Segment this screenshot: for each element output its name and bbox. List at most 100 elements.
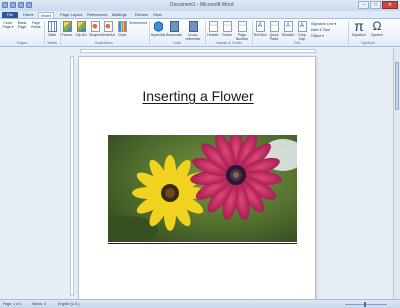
picture-label: Picture: [61, 33, 73, 37]
drop-cap-icon: A: [297, 21, 307, 32]
scrollbar-thumb[interactable]: [395, 62, 399, 110]
clip-art-icon: [76, 21, 86, 32]
header-button[interactable]: Header: [206, 21, 220, 37]
page-number-icon: [237, 21, 247, 32]
hyperlink-button[interactable]: Hyperlink: [150, 21, 166, 37]
blank-page-button[interactable]: Blank Page: [15, 21, 102, 88]
page-break-label: Page Break: [31, 21, 41, 29]
redo-icon[interactable]: [26, 2, 32, 8]
word-icon[interactable]: [2, 2, 8, 8]
header-icon: [208, 21, 218, 32]
minimize-button[interactable]: –: [358, 1, 369, 9]
page-count[interactable]: Page: 1 of 1: [3, 302, 22, 306]
equation-label: Equation: [352, 33, 366, 37]
drop-cap-label: Drop Cap: [298, 33, 306, 41]
maximize-button[interactable]: □: [370, 1, 381, 9]
chart-icon: [117, 21, 127, 32]
window-title: Document1 - Microsoft Word: [170, 2, 234, 8]
screenshot-label: Screenshot: [129, 21, 147, 25]
bookmark-label: Bookmark: [166, 33, 182, 37]
flower-image[interactable]: [108, 135, 297, 242]
group-text: Text: [293, 41, 301, 45]
image-bottom-border: [108, 243, 297, 244]
wordart-label: WordArt: [281, 33, 295, 37]
cross-reference-label: Cross-reference: [185, 33, 201, 41]
undo-icon[interactable]: [18, 2, 24, 8]
symbol-button[interactable]: Ω Symbol: [368, 19, 386, 37]
word-count[interactable]: Words: 3: [32, 302, 46, 306]
document-page[interactable]: Inserting a Flower: [78, 56, 316, 300]
ribbon-tabs: File Home Insert Page Layout References …: [0, 11, 400, 18]
screenshot-button[interactable]: Screenshot: [129, 21, 216, 88]
cover-page-label: Cover Page ▾: [2, 21, 14, 29]
ribbon: Cover Page ▾ Blank Page Page Break Pages…: [0, 18, 400, 88]
status-bar: Page: 1 of 1 Words: 3 English (U.S.): [0, 299, 400, 308]
group-links: Links: [172, 41, 182, 45]
hyperlink-icon: [153, 21, 163, 32]
symbol-label: Symbol: [371, 33, 383, 37]
group-pages: Pages: [17, 41, 27, 45]
text-box-button[interactable]: A Text Box: [253, 21, 267, 37]
close-button[interactable]: ✕: [382, 1, 398, 9]
vertical-scrollbar[interactable]: [393, 48, 400, 299]
table-button[interactable]: Table: [45, 21, 59, 37]
chart-button[interactable]: Chart: [115, 21, 129, 37]
ribbon-separator: [348, 21, 349, 45]
header-label: Header: [207, 33, 219, 37]
object-button[interactable]: Object ▾: [311, 34, 324, 38]
hyperlink-label: Hyperlink: [150, 33, 166, 37]
bookmark-button[interactable]: Bookmark: [166, 21, 182, 37]
language-indicator[interactable]: English (U.S.): [58, 302, 80, 306]
flower-photo-graphic: [108, 135, 297, 242]
picture-icon: [62, 21, 72, 32]
group-header-footer: Header & Footer: [216, 41, 242, 45]
group-symbols: Symbols: [361, 41, 375, 45]
quick-parts-label: Quick Parts: [269, 33, 279, 41]
equation-button[interactable]: π Equation: [350, 18, 368, 37]
quick-parts-icon: [269, 21, 279, 32]
shapes-button[interactable]: Shapes: [88, 21, 102, 37]
group-tables: Tables: [46, 41, 58, 45]
clip-art-button[interactable]: Clip Art: [74, 21, 88, 37]
wordart-icon: A: [283, 21, 293, 32]
quick-access-toolbar: [2, 2, 32, 8]
document-heading[interactable]: Inserting a Flower: [79, 88, 317, 104]
horizontal-ruler[interactable]: [80, 49, 316, 53]
table-icon: [47, 21, 57, 32]
blank-page-label: Blank Page: [17, 21, 27, 29]
footer-icon: [222, 21, 232, 32]
page-break-button[interactable]: Page Break: [29, 21, 116, 88]
shapes-icon: [90, 21, 100, 32]
window-controls: – □ ✕: [358, 1, 398, 9]
footer-label: Footer: [221, 33, 233, 37]
shapes-label: Shapes: [89, 33, 101, 37]
group-illustrations: Illustrations: [95, 41, 113, 45]
cross-reference-button[interactable]: Cross-reference: [182, 21, 204, 41]
pi-icon: π: [354, 18, 364, 34]
page-number-button[interactable]: Page Number: [234, 21, 250, 41]
drop-cap-button[interactable]: A Drop Cap: [295, 21, 309, 41]
smartart-icon: [103, 21, 113, 32]
smartart-label: SmartArt: [101, 33, 115, 37]
table-label: Table: [47, 33, 57, 37]
signature-line-button[interactable]: Signature Line ▾: [311, 22, 336, 26]
save-icon[interactable]: [10, 2, 16, 8]
omega-icon: Ω: [372, 19, 382, 33]
cover-page-button[interactable]: Cover Page ▾: [1, 21, 88, 88]
quick-parts-button[interactable]: Quick Parts: [267, 21, 281, 41]
wordart-button[interactable]: A WordArt: [281, 21, 295, 37]
clip-art-label: Clip Art: [75, 33, 87, 37]
page-number-label: Page Number: [235, 33, 249, 41]
smartart-button[interactable]: SmartArt: [101, 21, 115, 37]
chart-label: Chart: [117, 33, 127, 37]
date-time-button[interactable]: Date & Time: [311, 28, 330, 32]
zoom-slider[interactable]: [345, 304, 387, 305]
cross-reference-icon: [188, 21, 198, 32]
text-box-label: Text Box: [253, 33, 267, 37]
text-box-icon: A: [255, 21, 265, 32]
picture-button[interactable]: Picture: [60, 21, 74, 37]
footer-button[interactable]: Footer: [220, 21, 234, 37]
vertical-ruler[interactable]: [70, 56, 74, 296]
zoom-slider-handle[interactable]: [364, 302, 366, 307]
bookmark-icon: [169, 21, 179, 32]
